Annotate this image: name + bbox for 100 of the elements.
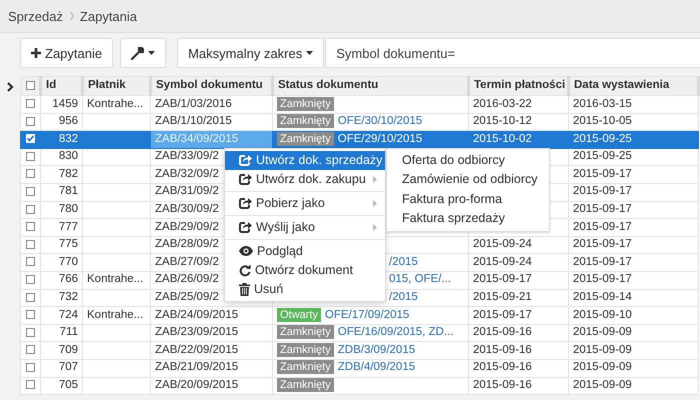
symbol-cell: ZAB/29/09/2 [155, 220, 219, 233]
checkbox[interactable] [26, 328, 35, 337]
symbol-cell: ZAB/22/09/2015 [155, 344, 238, 356]
document-link[interactable]: /2015 [389, 256, 418, 268]
checkbox[interactable] [26, 134, 35, 144]
checkbox[interactable] [26, 345, 35, 354]
tools-button[interactable] [120, 38, 166, 68]
checkbox[interactable] [26, 257, 35, 266]
checkbox[interactable] [26, 152, 35, 161]
issue-date-cell: 2016-03-15 [573, 98, 632, 110]
table-row[interactable]: 724 Kontrahe... ZAB/24/09/2015 Otwarty OFE/17/09/2015 2015-09-17 2015-09-10 [20, 306, 698, 324]
due-date-cell: 2015-09-24 [473, 238, 532, 250]
issue-date-cell: 2015-09-17 [573, 273, 632, 286]
checkbox[interactable] [26, 116, 35, 126]
column-header[interactable]: Id [40, 76, 82, 96]
column-header[interactable]: Status dokumentu [272, 76, 468, 96]
menu-item[interactable]: Podgląd [225, 242, 385, 261]
id-cell: 709 [58, 344, 78, 356]
checkbox[interactable] [26, 169, 35, 178]
table-row[interactable]: 1459 Kontrahe... ZAB/1/03/2016 Zamknięty 2016-03-22 2016-03-15 [20, 96, 698, 114]
menu-item[interactable]: Utwórz dok. zakupu [225, 170, 385, 189]
document-link[interactable]: ZDB/4/09/2015 [338, 361, 416, 374]
table-row[interactable]: 832 ZAB/34/09/2015 Zamknięty OFE/29/10/2015 2015-10-02 2015-09-25 [20, 130, 698, 148]
id-cell: 781 [58, 185, 78, 198]
symbol-cell: ZAB/25/09/2 [155, 291, 219, 304]
symbol-cell: ZAB/31/09/2 [155, 185, 219, 198]
menu-item[interactable]: Otwórz dokument [225, 260, 385, 280]
document-link[interactable]: OFE/29/10/2015 [338, 132, 422, 145]
menu-item[interactable]: Utwórz dok. sprzedaży [225, 150, 385, 170]
checkbox[interactable] [26, 80, 34, 90]
issue-date-cell: 2015-09-25 [573, 150, 632, 162]
checkbox[interactable] [26, 98, 35, 108]
issue-date-cell: 2015-09-10 [573, 308, 632, 321]
checkbox[interactable] [26, 240, 35, 249]
checkbox[interactable] [26, 274, 35, 284]
due-date-cell: 2016-03-22 [473, 98, 532, 110]
checkbox[interactable] [26, 362, 35, 372]
symbol-cell: ZAB/20/09/2015 [155, 379, 238, 391]
status-badge: Zamknięty [277, 132, 334, 146]
table-row[interactable]: 709 ZAB/22/09/2015 Zamknięty ZDB/3/09/2015 2015-09-16 2015-09-09 [20, 342, 698, 360]
column-header[interactable]: Termin płatności [468, 76, 568, 96]
id-cell: 956 [58, 115, 78, 128]
table-row[interactable]: 711 ZAB/23/09/2015 Zamknięty OFE/16/09/2015, ZD... 2015-09-16 2015-09-09 [20, 324, 698, 342]
submenu-item[interactable]: Zamówienie od odbiorcy [387, 170, 549, 190]
id-cell: 1459 [52, 98, 78, 110]
document-link[interactable]: ZDB/3/09/2015 [338, 344, 416, 356]
checkbox[interactable] [26, 222, 35, 232]
add-button[interactable]: Zapytanie [20, 38, 114, 68]
symbol-cell: ZAB/21/09/2015 [155, 361, 238, 374]
id-cell: 832 [58, 132, 78, 145]
submenu-item[interactable]: Faktura sprzedaży [387, 209, 549, 229]
share-icon [239, 154, 252, 166]
issue-date-cell: 2015-09-17 [573, 203, 632, 216]
eye-icon [239, 246, 253, 256]
status-badge: Otwarty [277, 308, 321, 322]
issue-date-cell: 2015-09-17 [573, 168, 632, 180]
id-cell: 830 [58, 150, 78, 162]
plus-icon [31, 48, 41, 58]
column-header[interactable]: Symbol dokumentu [150, 76, 272, 96]
status-badge: Zamknięty [277, 96, 334, 110]
symbol-cell: ZAB/26/09/2 [155, 273, 219, 286]
id-cell: 707 [58, 361, 78, 374]
trash-icon [239, 282, 250, 296]
column-header[interactable]: Płatnik [82, 76, 150, 96]
status-badge: Zamknięty [277, 342, 334, 357]
search-field[interactable]: Symbol dokumentu= [325, 38, 700, 68]
checkbox[interactable] [26, 186, 35, 196]
range-dropdown[interactable]: Maksymalny zakres [177, 38, 324, 68]
table-row[interactable]: 707 ZAB/21/09/2015 Zamknięty ZDB/4/09/2015 2015-09-16 2015-09-09 [20, 359, 698, 377]
due-date-cell: 2015-09-17 [473, 273, 532, 286]
symbol-cell: ZAB/1/10/2015 [155, 115, 232, 128]
checkbox[interactable] [26, 292, 35, 302]
document-link[interactable]: /2015 [389, 291, 418, 304]
breadcrumb-item[interactable]: Sprzedaż [8, 8, 63, 24]
document-link[interactable]: OFE/17/09/2015 [324, 308, 410, 321]
symbol-cell: ZAB/34/09/2015 [155, 132, 238, 145]
status-badge: Zamknięty [277, 114, 334, 128]
document-link[interactable]: OFE/16/09/2015, ZD... [338, 326, 454, 338]
checkbox[interactable] [26, 380, 35, 390]
chevron-icon [68, 12, 74, 20]
caret-icon [148, 51, 156, 55]
id-cell: 775 [58, 238, 78, 250]
checkbox[interactable] [26, 310, 35, 320]
breadcrumb-item: Zapytania [80, 8, 138, 24]
status-badge: Zamknięty [277, 360, 334, 374]
payer-cell: Kontrahe... [87, 273, 144, 286]
issue-date-cell: 2015-10-05 [573, 115, 632, 128]
table-row[interactable]: 705 ZAB/20/09/2015 Zamknięty 2015-09-16 2015-09-09 [20, 377, 698, 395]
checkbox[interactable] [26, 204, 35, 214]
symbol-cell: ZAB/30/09/2 [155, 203, 219, 216]
due-date-cell: 2015-09-16 [473, 326, 532, 338]
issue-date-cell: 2015-09-09 [573, 379, 632, 391]
submenu-item[interactable]: Faktura pro-forma [387, 190, 549, 210]
due-date-cell: 2015-09-24 [473, 256, 532, 268]
id-cell: 766 [58, 273, 78, 286]
column-header[interactable]: Data wystawienia [568, 76, 698, 96]
chevron-icon[interactable] [6, 82, 14, 92]
document-link[interactable]: OFE/30/10/2015 [338, 115, 422, 128]
menu-item[interactable]: Wyślij jako [225, 218, 385, 237]
menu-item[interactable]: Pobierz jako [225, 194, 385, 213]
